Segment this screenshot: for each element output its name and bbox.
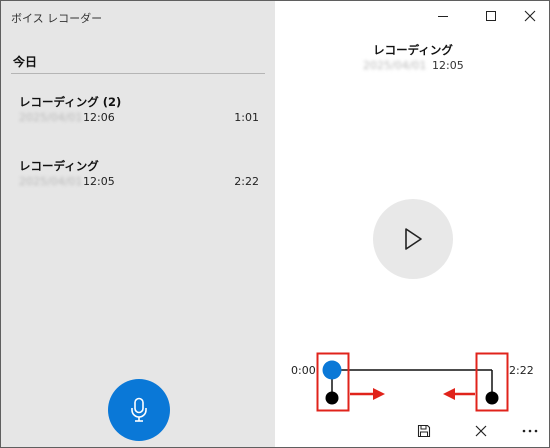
recording-duration: 1:01 bbox=[234, 111, 259, 124]
recording-name: レコーディング bbox=[19, 159, 99, 173]
minimize-icon bbox=[438, 16, 448, 17]
current-recording-time: 12:05 bbox=[432, 59, 464, 72]
maximize-icon bbox=[486, 11, 496, 21]
recording-item[interactable]: レコーディング (2) 2025/04/01 12:06 1:01 bbox=[19, 94, 259, 134]
section-header-today: 今日 bbox=[13, 55, 38, 69]
player-pane: レコーディング 2025/04/01 12:05 0:00 2:22 bbox=[275, 1, 549, 447]
playback-end-time: 2:22 bbox=[509, 364, 534, 377]
close-icon bbox=[475, 425, 487, 437]
microphone-icon bbox=[131, 397, 147, 422]
recording-duration: 2:22 bbox=[234, 175, 259, 188]
recording-date: 2025/04/01 bbox=[19, 111, 83, 124]
recording-item[interactable]: レコーディング 2025/04/01 12:05 2:22 bbox=[19, 158, 259, 198]
play-button[interactable] bbox=[373, 199, 453, 279]
maximize-button[interactable] bbox=[478, 5, 504, 27]
app-window: ボイス レコーダー 今日 レコーディング (2) 2025/04/01 12:0… bbox=[0, 0, 550, 448]
recording-time: 12:05 bbox=[83, 175, 115, 188]
minimize-button[interactable] bbox=[430, 5, 456, 27]
app-title: ボイス レコーダー bbox=[11, 12, 103, 25]
save-button[interactable] bbox=[413, 422, 435, 440]
recording-name: レコーディング (2) bbox=[19, 95, 122, 109]
more-options-button[interactable] bbox=[519, 422, 541, 440]
current-recording-date: 2025/04/01 bbox=[363, 59, 427, 72]
discard-trim-button[interactable] bbox=[470, 422, 492, 440]
recordings-pane: ボイス レコーダー 今日 レコーディング (2) 2025/04/01 12:0… bbox=[1, 1, 275, 447]
play-icon bbox=[405, 228, 422, 250]
current-recording-meta: 2025/04/01 12:05 bbox=[363, 59, 473, 73]
more-icon bbox=[522, 429, 538, 433]
section-divider bbox=[11, 73, 265, 74]
current-recording-title: レコーディング bbox=[373, 43, 453, 57]
close-button[interactable] bbox=[517, 5, 543, 27]
save-icon bbox=[417, 424, 431, 438]
record-button[interactable] bbox=[108, 379, 170, 441]
recording-time: 12:06 bbox=[83, 111, 115, 124]
recording-date: 2025/04/01 bbox=[19, 175, 83, 188]
close-icon bbox=[524, 10, 536, 22]
playback-start-time: 0:00 bbox=[291, 364, 316, 377]
